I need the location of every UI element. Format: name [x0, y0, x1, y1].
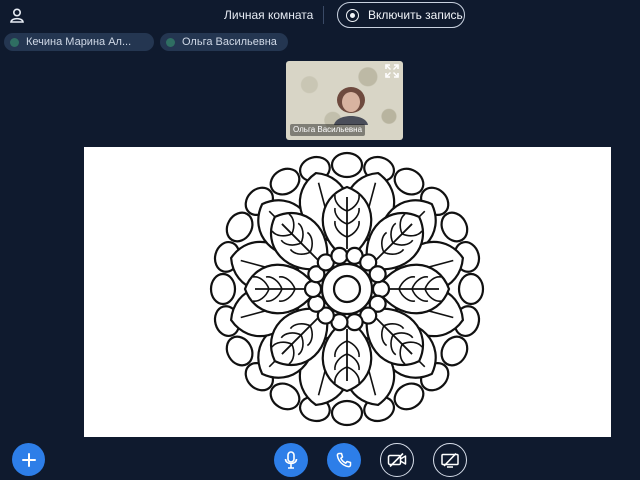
- participant-video-tile[interactable]: Ольга Васильевна: [286, 61, 403, 140]
- participant-name: Кечина Марина Ал...: [26, 36, 132, 48]
- status-dot: [10, 37, 19, 47]
- mandala-image: [209, 151, 485, 427]
- add-button[interactable]: [12, 443, 45, 476]
- top-bar: Личная комната Включить запись: [0, 0, 640, 30]
- participant-name: Ольга Васильевна: [182, 36, 277, 48]
- participant-list: Кечина Марина Ал... Ольга Васильевна: [4, 33, 288, 51]
- room-title: Личная комната: [224, 8, 314, 22]
- video-tile-name: Ольга Васильевна: [290, 124, 366, 136]
- plus-icon: [21, 452, 36, 467]
- end-call-button[interactable]: [327, 443, 361, 477]
- call-controls: [274, 443, 467, 477]
- camera-button[interactable]: [380, 443, 414, 477]
- expand-icon[interactable]: [385, 64, 399, 78]
- record-button-label: Включить запись: [368, 8, 463, 22]
- screen-share-off-icon: [441, 452, 459, 468]
- camera-off-icon: [387, 452, 407, 468]
- status-dot: [166, 37, 175, 47]
- screen-share-view: [84, 147, 611, 437]
- user-icon[interactable]: [8, 6, 26, 24]
- screen-share-button[interactable]: [433, 443, 467, 477]
- phone-icon: [336, 452, 352, 468]
- participant-chip[interactable]: Кечина Марина Ал...: [4, 33, 154, 51]
- microphone-icon: [284, 451, 298, 469]
- participant-video: [334, 87, 368, 125]
- record-button[interactable]: Включить запись: [337, 2, 465, 28]
- participant-chip[interactable]: Ольга Васильевна: [160, 33, 288, 51]
- header-divider: [323, 6, 324, 24]
- microphone-button[interactable]: [274, 443, 308, 477]
- record-icon: [346, 8, 359, 22]
